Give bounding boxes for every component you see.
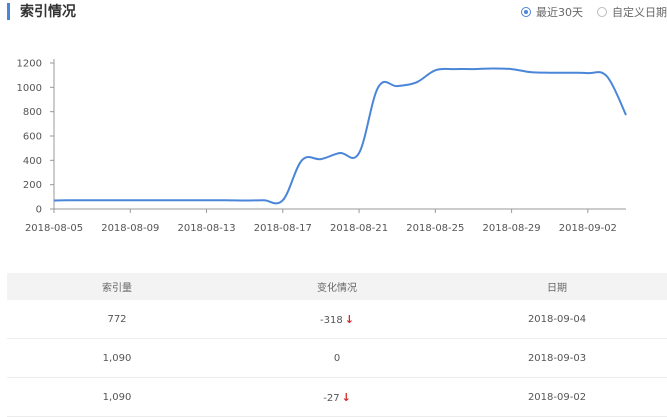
date-cell: 2018-09-02 [527,391,587,403]
range-option-label: 最近30天 [536,6,583,19]
radio-checked-icon[interactable] [521,7,531,17]
index-count-cell: 1,090 [102,352,132,364]
column-header-change: 变化情况 [317,283,357,294]
change-value: -318 [320,314,343,326]
index-chart: 0 200 400 600 800 1000 1200 2018-08-05 2018-08-0… [0,40,667,245]
y-tick-label: 800 [23,107,42,118]
change-cell: -27 ↓ [227,391,447,404]
change-cell: -318 ↓ [227,313,447,326]
page-title: 索引情况 [20,4,76,20]
date-cell: 2018-09-04 [527,313,587,325]
x-tick-label: 2018-08-05 [25,223,83,234]
change-value: -27 [323,392,340,404]
date-cell: 2018-09-03 [527,352,587,364]
column-header-date: 日期 [547,283,567,294]
y-tick-label: 0 [36,205,42,216]
header: 索引情况 最近30天 自定义日期 [0,0,667,26]
series-line [53,67,627,205]
x-tick-label: 2018-08-21 [330,223,388,234]
radio-unchecked-icon[interactable] [597,7,607,17]
y-tick-label: 1000 [17,83,42,94]
y-tick-label: 200 [23,180,42,191]
arrow-down-icon: ↓ [341,390,351,404]
table-row: 1,090 0 2018-09-03 [7,339,667,378]
index-count-cell: 1,090 [102,391,132,403]
arrow-down-icon: ↓ [344,312,354,326]
y-tick-label: 600 [23,132,42,143]
table-row: 1,090 -27 ↓ 2018-09-02 [7,378,667,417]
range-option-custom-date[interactable]: 自定义日期 [597,4,667,20]
range-option-last-30-days[interactable]: 最近30天 [521,4,583,20]
change-value: 0 [333,352,341,364]
title-accent-bar [7,3,10,20]
x-tick-label: 2018-08-29 [483,223,541,234]
change-cell: 0 [227,353,447,364]
index-table: 索引量 变化情况 日期 772 -318 ↓ 2018-09-04 1,090 0… [7,273,667,417]
x-tick-label: 2018-08-09 [101,223,159,234]
x-tick-label: 2018-08-25 [406,223,464,234]
x-tick-label: 2018-08-17 [254,223,312,234]
column-header-count: 索引量 [102,283,132,294]
table-header: 索引量 变化情况 日期 [7,273,667,300]
date-range-selector: 最近30天 自定义日期 [507,4,667,20]
range-option-label: 自定义日期 [612,6,667,19]
y-tick-label: 400 [23,156,42,167]
table-row: 772 -318 ↓ 2018-09-04 [7,300,667,339]
y-tick-label: 1200 [17,59,42,70]
x-tick-label: 2018-08-13 [177,223,235,234]
index-count-cell: 772 [107,313,127,325]
index-line-chart: 0 200 400 600 800 1000 1200 2018-08-05 2018-08-0… [17,59,627,234]
x-tick-label: 2018-09-02 [559,223,617,234]
